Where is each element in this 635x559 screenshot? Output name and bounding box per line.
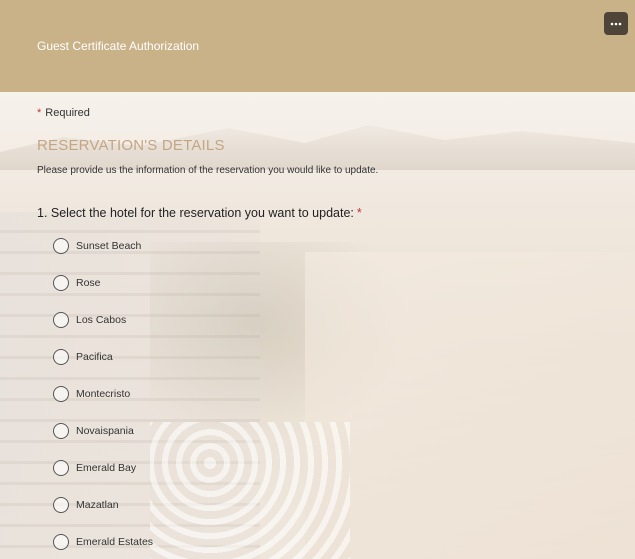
- radio-button[interactable]: [53, 423, 69, 439]
- option-mazatlan[interactable]: Mazatlan: [53, 495, 119, 515]
- option-label: Montecristo: [76, 388, 131, 400]
- background-beach: [305, 252, 635, 559]
- radio-button[interactable]: [53, 534, 69, 550]
- question-text: 1. Select the hotel for the reservation …: [37, 206, 354, 220]
- option-label: Pacifica: [76, 351, 113, 363]
- required-note: * Required: [37, 107, 90, 119]
- radio-button[interactable]: [53, 349, 69, 365]
- option-pacifica[interactable]: Pacifica: [53, 347, 113, 367]
- radio-button[interactable]: [53, 312, 69, 328]
- section-description: Please provide us the information of the…: [37, 165, 379, 176]
- required-star: *: [37, 107, 42, 119]
- radio-button[interactable]: [53, 386, 69, 402]
- more-horizontal-icon: [610, 22, 622, 25]
- question-hotel: 1. Select the hotel for the reservation …: [37, 206, 362, 220]
- option-label: Emerald Bay: [76, 462, 137, 474]
- radio-button[interactable]: [53, 275, 69, 291]
- form-header: Guest Certificate Authorization: [0, 0, 635, 92]
- option-label: Rose: [76, 277, 101, 289]
- option-label: Emerald Estates: [76, 536, 154, 548]
- option-novaispania[interactable]: Novaispania: [53, 421, 134, 441]
- form-title: Guest Certificate Authorization: [37, 39, 200, 53]
- question-required-star: *: [356, 206, 362, 220]
- option-los-cabos[interactable]: Los Cabos: [53, 310, 126, 330]
- option-label: Novaispania: [76, 425, 134, 437]
- option-montecristo[interactable]: Montecristo: [53, 384, 130, 404]
- radio-button[interactable]: [53, 238, 69, 254]
- section-title: RESERVATION'S DETAILS: [37, 137, 225, 154]
- option-emerald-estates[interactable]: Emerald Estates: [53, 532, 153, 552]
- radio-button[interactable]: [53, 497, 69, 513]
- option-rose[interactable]: Rose: [53, 273, 101, 293]
- option-emerald-bay[interactable]: Emerald Bay: [53, 458, 136, 478]
- option-label: Sunset Beach: [76, 240, 142, 252]
- background-umbrellas: [150, 422, 350, 559]
- more-options-button[interactable]: [604, 12, 628, 35]
- option-label: Mazatlan: [76, 499, 119, 511]
- option-label: Los Cabos: [76, 314, 127, 326]
- radio-button[interactable]: [53, 460, 69, 476]
- option-sunset-beach[interactable]: Sunset Beach: [53, 236, 141, 256]
- required-label: Required: [45, 107, 90, 119]
